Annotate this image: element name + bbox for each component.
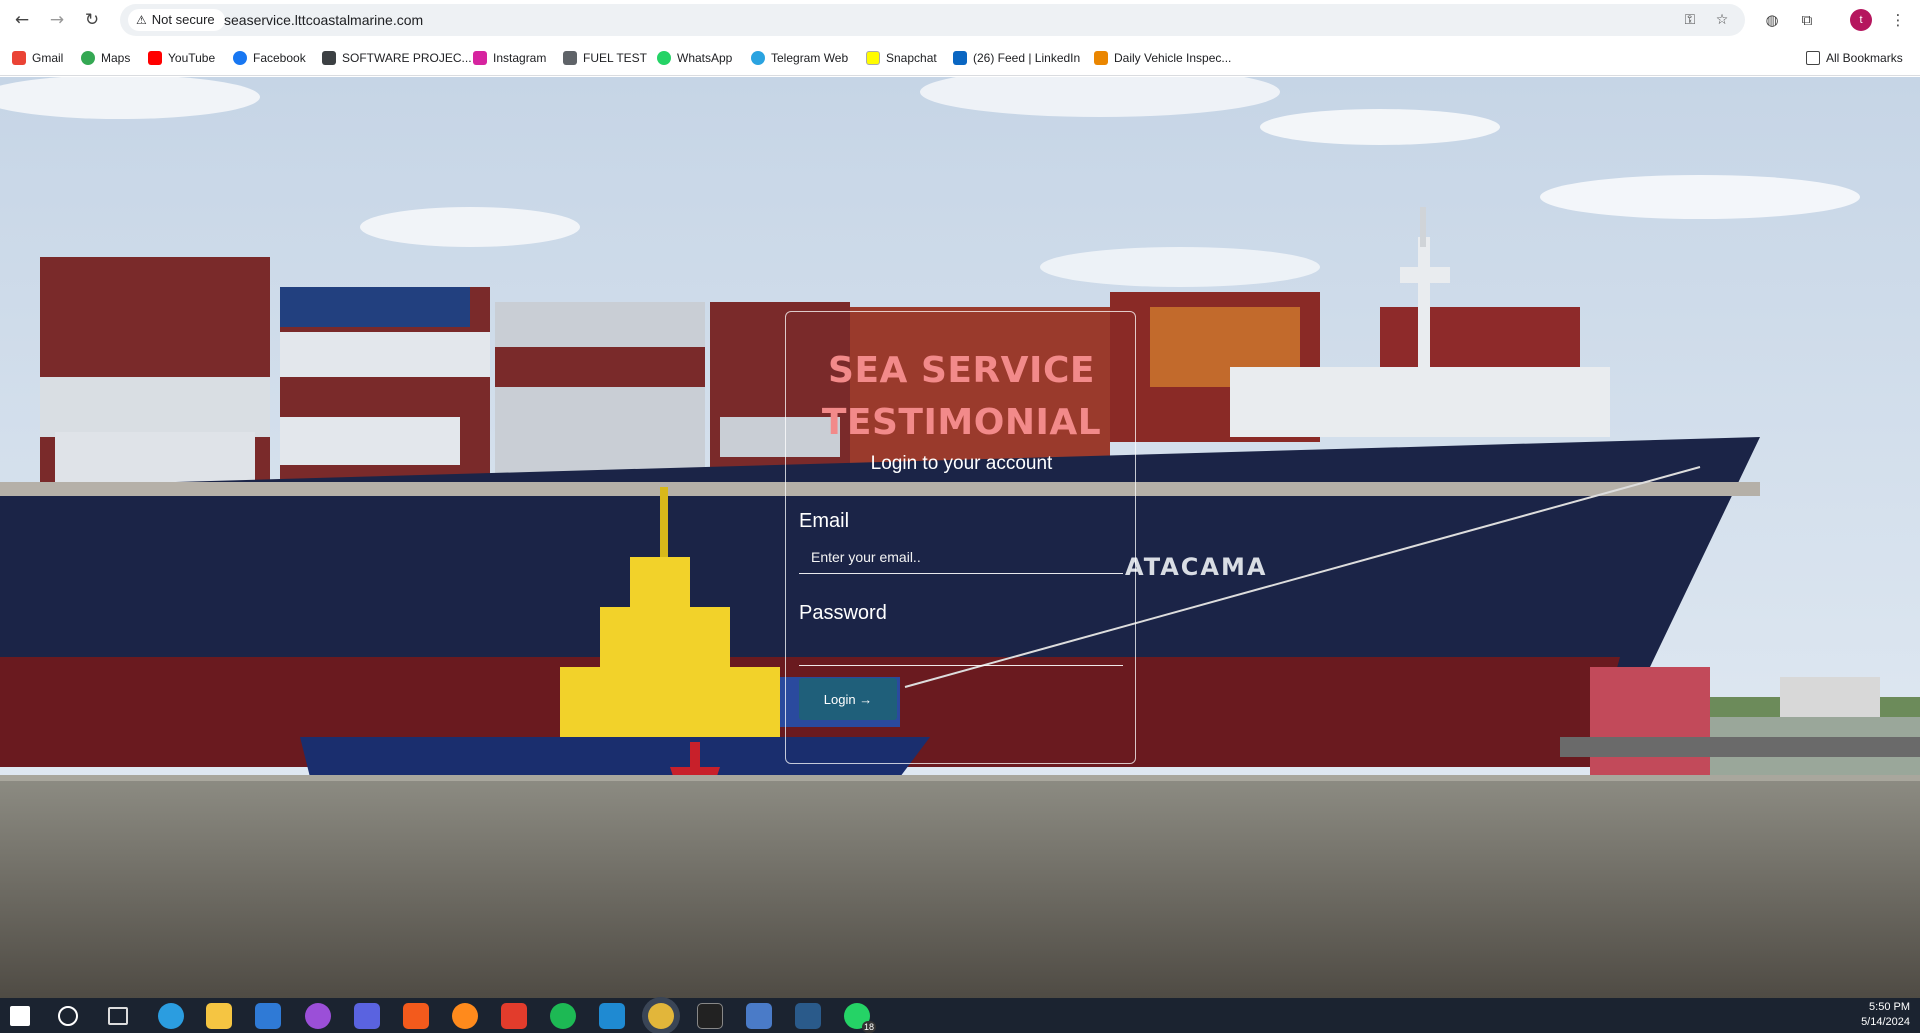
linkedin-icon — [953, 51, 967, 65]
remote-desktop-icon[interactable] — [746, 1003, 772, 1029]
url-text[interactable]: seaservice.lttcoastalmarine.com — [224, 4, 423, 36]
password-label: Password — [799, 602, 887, 624]
office-icon[interactable] — [501, 1003, 527, 1029]
edge-icon[interactable] — [158, 1003, 184, 1029]
bookmark-fuel-test[interactable]: FUEL TEST — [563, 49, 647, 67]
windows-taskbar: 18 5:50 PM 5/14/2024 — [0, 998, 1920, 1033]
search-icon[interactable] — [58, 1006, 78, 1026]
bookmark-daily-vehicle[interactable]: Daily Vehicle Inspec... — [1094, 49, 1231, 67]
bookmark-maps[interactable]: Maps — [81, 49, 130, 67]
extension-shield-icon[interactable]: ◍ — [1760, 8, 1784, 32]
browser-toolbar: ← → ↻ ⚠ Not secure seaservice.lttcoastal… — [0, 0, 1920, 40]
terminal-icon[interactable] — [697, 1003, 723, 1029]
bookmark-telegram[interactable]: Telegram Web — [751, 49, 848, 67]
password-key-icon[interactable]: ⚿ — [1678, 8, 1702, 32]
maps-pin-icon — [81, 51, 95, 65]
task-view-icon[interactable] — [108, 1007, 128, 1025]
mail-icon[interactable] — [255, 1003, 281, 1029]
password-field[interactable] — [799, 632, 1123, 666]
bookmark-linkedin[interactable]: (26) Feed | LinkedIn — [953, 49, 1080, 67]
firefox-icon[interactable] — [452, 1003, 478, 1029]
folder-icon — [1806, 51, 1820, 65]
file-explorer-icon[interactable] — [206, 1003, 232, 1029]
windows-start-icon[interactable] — [10, 1006, 30, 1026]
not-secure-label: Not secure — [151, 12, 215, 27]
forms-icon — [1094, 51, 1108, 65]
bookmark-youtube[interactable]: YouTube — [148, 49, 215, 67]
bookmark-star-icon[interactable]: ☆ — [1710, 8, 1734, 32]
vscode-icon[interactable] — [599, 1003, 625, 1029]
bookmark-gmail[interactable]: Gmail — [12, 49, 63, 67]
telegram-icon — [751, 51, 765, 65]
forward-arrow-icon[interactable]: → — [45, 8, 69, 32]
youtube-icon — [148, 51, 162, 65]
security-chip[interactable]: ⚠ Not secure — [128, 9, 225, 31]
profile-avatar[interactable]: t — [1850, 9, 1872, 31]
dev-app-icon[interactable] — [795, 1003, 821, 1029]
system-clock[interactable]: 5:50 PM 5/14/2024 — [1861, 1000, 1910, 1030]
address-bar[interactable]: ⚠ Not secure seaservice.lttcoastalmarine… — [120, 4, 1745, 36]
reload-icon[interactable]: ↻ — [80, 8, 104, 32]
bookmark-facebook[interactable]: Facebook — [233, 49, 306, 67]
extensions-puzzle-icon[interactable]: ⧉ — [1795, 8, 1819, 32]
email-field[interactable] — [799, 540, 1123, 574]
whatsapp-taskbar-icon[interactable]: 18 — [844, 1003, 876, 1033]
whatsapp-icon — [657, 51, 671, 65]
bookmarks-bar: Gmail Maps YouTube Facebook SOFTWARE PRO… — [0, 40, 1920, 76]
back-arrow-icon[interactable]: ← — [10, 8, 34, 32]
whatsapp-badge: 18 — [861, 1021, 876, 1033]
document-icon — [563, 51, 577, 65]
spotify-icon[interactable] — [550, 1003, 576, 1029]
clock-date: 5/14/2024 — [1861, 1016, 1910, 1028]
warning-triangle-icon: ⚠ — [136, 13, 147, 27]
bookmark-software-projects[interactable]: SOFTWARE PROJEC... — [322, 49, 472, 67]
facebook-icon — [233, 51, 247, 65]
snapchat-icon — [866, 51, 880, 65]
ship-name-text: ATACAMA — [1125, 553, 1267, 581]
page-content: ATACAMA SEA SERVICE TESTIMONIAL Login to… — [0, 77, 1920, 998]
clock-time: 5:50 PM — [1869, 1001, 1910, 1013]
bookmark-snapchat[interactable]: Snapchat — [866, 49, 937, 67]
chrome-icon[interactable] — [648, 1003, 674, 1029]
login-button[interactable]: Login → — [799, 678, 897, 720]
gmail-icon — [12, 51, 26, 65]
instagram-icon — [473, 51, 487, 65]
page-title-line2: TESTIMONIAL — [821, 402, 1102, 443]
all-bookmarks[interactable]: All Bookmarks — [1806, 49, 1903, 67]
folder-image-icon — [322, 51, 336, 65]
copilot-icon[interactable] — [305, 1003, 331, 1029]
bookmark-instagram[interactable]: Instagram — [473, 49, 546, 67]
login-subtitle: Login to your account — [870, 453, 1053, 474]
bookmark-whatsapp[interactable]: WhatsApp — [657, 49, 732, 67]
app-icon[interactable] — [354, 1003, 380, 1029]
menu-kebab-icon[interactable]: ⋮ — [1886, 8, 1910, 32]
brave-icon[interactable] — [403, 1003, 429, 1029]
email-label: Email — [799, 510, 850, 532]
page-title-line1: SEA SERVICE — [828, 350, 1095, 391]
login-card: SEA SERVICE TESTIMONIAL Login to your ac… — [785, 311, 1136, 764]
